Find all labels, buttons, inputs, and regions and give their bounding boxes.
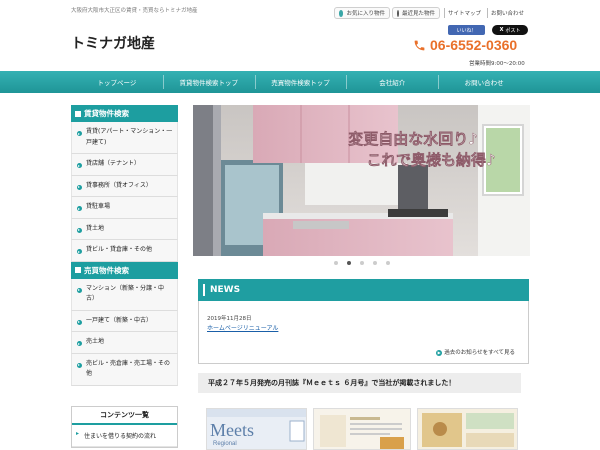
news-archive-label: 過去のお知らせをすべて見る [444,350,515,356]
sidebar-item-rent-building[interactable]: 貸ビル・貸倉庫・その他 [71,240,178,262]
phone-icon [414,40,425,51]
feature-images: Meets Regional [206,408,521,450]
sidebar-item-rent-residential[interactable]: 賃貸(アパート・マンション・一戸建て) [71,122,178,154]
contact-link[interactable]: お問い合わせ [491,9,524,17]
sidebar-item-sale-mansion[interactable]: マンション（新築・分譲・中古） [71,278,178,311]
arrow-right-icon: ▶ [436,350,443,356]
slider-dot[interactable] [333,261,338,265]
facebook-like-button[interactable]: いいね！ [448,25,485,35]
sidebar-item-rent-land[interactable]: 貸土地 [71,218,178,240]
slide-caption-2: これで奥様も納得♪ [366,151,495,169]
divider [487,8,488,18]
favorites-button[interactable]: お気に入り物件 [334,7,390,19]
site-logo[interactable]: トミナガ地産 [71,33,155,53]
nav-top-page[interactable]: トップページ [71,71,163,93]
sale-search-heading: 売買物件検索 [71,261,178,279]
news-archive-link[interactable]: ▶ 過去のお知らせをすべて見る [436,348,515,356]
slide-caption-1: 変更自由な水回り♪ [348,130,478,148]
magazine-cover-image[interactable]: Meets Regional [206,408,307,450]
facebook-like-label: いいね！ [456,27,477,34]
star-icon [339,9,344,17]
magazine-interior-image[interactable] [417,408,518,450]
nav-rent-search-top[interactable]: 賃貸物件検索トップ [162,71,255,93]
x-post-label: ポスト [505,27,521,34]
news-heading: NEWS [198,279,529,301]
sale-search-title: 売買物件検索 [84,265,129,275]
hero-slider[interactable]: 変更自由な水回り♪ これで奥様も納得♪ [193,105,530,256]
news-date: 2019年11月28日 [207,316,252,322]
sidebar-item-rent-office[interactable]: 貸事務所（貸オフィス） [71,175,178,197]
news-panel: 2019年11月28日 ホームページリニューアル ▶ 過去のお知らせをすべて見る [198,301,529,364]
magazine-subtitle: Regional [213,441,237,447]
recent-label: 最近見た物件 [401,11,435,17]
sidebar: 賃貸物件検索 賃貸(アパート・マンション・一戸建て) 貸店舗（テナント） 貸事務… [71,105,178,448]
nav-company[interactable]: 会社紹介 [346,71,438,93]
kitchen-photo: 変更自由な水回り♪ これで奥様も納得♪ [193,105,530,256]
slider-dots [193,261,530,265]
business-hours: 営業時間9:00～20:00 [469,61,525,67]
nav-sale-search-top[interactable]: 売買物件検索トップ [254,71,347,93]
news-link[interactable]: ホームページリニューアル [207,323,278,332]
global-nav: トップページ 賃貸物件検索トップ 売買物件検索トップ 会社紹介 お問い合わせ [0,71,600,93]
magazine-title: Meets [210,420,254,440]
x-post-button[interactable]: X ポスト [492,25,528,35]
contents-item-rent-flow[interactable]: 住まいを借りる契約の流れ [72,425,177,447]
slider-dot[interactable] [385,261,390,265]
clock-icon [397,9,399,17]
sidebar-item-sale-house[interactable]: 一戸建て（新築・中古） [71,310,178,332]
rent-search-title: 賃貸物件検索 [84,109,129,118]
divider [444,8,445,18]
contents-title: コンテンツ一覧 [72,407,177,425]
rent-search-heading: 賃貸物件検索 [71,105,178,122]
slider-dot[interactable] [346,261,351,265]
nav-contact[interactable]: お問い合わせ [438,71,530,93]
square-icon [75,110,81,117]
slider-dot[interactable] [359,261,364,265]
sidebar-item-sale-land[interactable]: 売土地 [71,332,178,354]
sitemap-link[interactable]: サイトマップ [448,9,481,17]
favorites-label: お気に入り物件 [346,11,385,17]
magazine-page-image[interactable] [313,408,411,450]
x-icon: X [499,27,504,33]
feature-headline: 平成２７年５月発売の月刊誌『Ｍｅｅｔｓ ６月号』で当社が掲載されました！ [198,373,521,393]
recent-viewed-button[interactable]: 最近見た物件 [392,7,440,19]
contents-list: コンテンツ一覧 住まいを借りる契約の流れ [71,405,178,448]
slider-dot[interactable] [372,261,377,265]
sidebar-item-sale-building[interactable]: 売ビル・売倉庫・売工場・その他 [71,353,178,386]
sidebar-item-rent-parking[interactable]: 貸駐車場 [71,197,178,219]
sidebar-item-rent-store[interactable]: 貸店舗（テナント） [71,154,178,176]
site-tagline: 大阪府大阪市大正区の賃貸・売買ならトミナガ地産 [71,8,198,14]
phone-number[interactable]: 06-6552-0360 [430,37,517,53]
square-icon [75,267,81,273]
